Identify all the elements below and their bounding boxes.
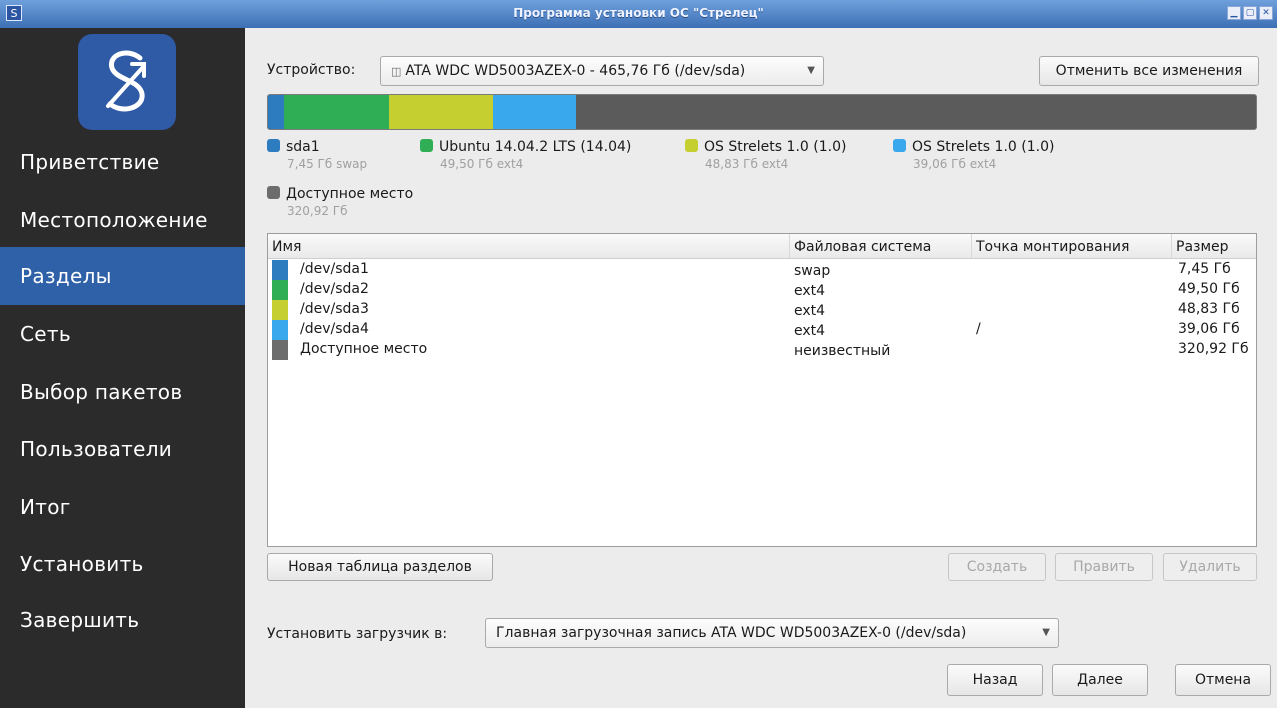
partition-segment [576,95,1256,129]
partition-color-swatch [272,340,288,360]
column-header-mount[interactable]: Точка монтирования [972,234,1172,258]
column-header-name[interactable]: Имя [268,234,790,258]
legend-swatch [420,139,433,152]
legend-item: Доступное место 320,92 Гб [267,186,413,220]
sidebar-item-summary[interactable]: Итог [0,478,245,536]
sidebar-item-finish[interactable]: Завершить [0,591,245,649]
partition-color-swatch [272,320,288,340]
sidebar-item-packages[interactable]: Выбор пакетов [0,363,245,421]
disk-icon: ◫ [391,65,402,78]
delete-partition-button[interactable]: Удалить [1163,553,1257,581]
sidebar-item-users[interactable]: Пользователи [0,420,245,478]
next-button[interactable]: Далее [1052,664,1148,696]
bootloader-select-value: Главная загрузочная запись ATA WDC WD500… [496,625,967,641]
legend-swatch [267,186,280,199]
window-controls: ▁ ▢ ✕ [1227,6,1273,20]
legend-swatch [893,139,906,152]
table-header: Имя Файловая система Точка монтирования … [268,234,1256,259]
sidebar-item-location[interactable]: Местоположение [0,191,245,249]
column-header-size[interactable]: Размер [1172,234,1256,258]
device-label: Устройство: [267,62,356,78]
cancel-button[interactable]: Отмена [1175,664,1271,696]
installer-window: S Программа установки ОС "Стрелец" ▁ ▢ ✕… [0,0,1277,708]
revert-all-button[interactable]: Отменить все изменения [1039,56,1259,86]
window-title: Программа установки ОС "Стрелец" [513,6,764,20]
legend-item: OS Strelets 1.0 (1.0) 48,83 Гб ext4 [685,139,846,173]
table-row[interactable]: /dev/sda3 ext4 48,83 Гб [268,300,1256,320]
legend-item: OS Strelets 1.0 (1.0) 39,06 Гб ext4 [893,139,1054,173]
sidebar: Приветствие Местоположение Разделы Сеть … [0,28,245,708]
partition-segment [284,95,389,129]
partitions-table[interactable]: Имя Файловая система Точка монтирования … [267,233,1257,547]
table-row[interactable]: Доступное место неизвестный 320,92 Гб [268,340,1256,360]
create-partition-button[interactable]: Создать [948,553,1046,581]
legend-swatch [685,139,698,152]
device-select-value: ATA WDC WD5003AZEX-0 - 465,76 Гб (/dev/s… [405,63,746,79]
sidebar-item-install[interactable]: Установить [0,535,245,593]
legend-swatch [267,139,280,152]
sidebar-item-partitions[interactable]: Разделы [0,247,245,305]
column-header-filesystem[interactable]: Файловая система [790,234,972,258]
partition-segment [493,95,576,129]
partition-usage-bar [267,94,1257,130]
maximize-icon[interactable]: ▢ [1243,6,1257,20]
table-row[interactable]: /dev/sda1 swap 7,45 Гб [268,260,1256,280]
close-icon[interactable]: ✕ [1259,6,1273,20]
device-select[interactable]: ◫ ATA WDC WD5003AZEX-0 - 465,76 Гб (/dev/… [380,56,824,86]
partition-color-swatch [272,300,288,320]
table-row[interactable]: /dev/sda2 ext4 49,50 Гб [268,280,1256,300]
title-bar: S Программа установки ОС "Стрелец" ▁ ▢ ✕ [0,0,1277,28]
legend-item: Ubuntu 14.04.2 LTS (14.04) 49,50 Гб ext4 [420,139,631,173]
back-button[interactable]: Назад [947,664,1043,696]
sidebar-item-welcome[interactable]: Приветствие [0,133,245,191]
edit-partition-button[interactable]: Править [1055,553,1153,581]
partition-segment [389,95,493,129]
minimize-icon[interactable]: ▁ [1227,6,1241,20]
partition-color-swatch [272,280,288,300]
partition-segment [268,95,284,129]
chevron-down-icon: ▼ [807,65,815,76]
new-partition-table-button[interactable]: Новая таблица разделов [267,553,493,581]
partitions-page: Устройство: ◫ ATA WDC WD5003AZEX-0 - 465,… [245,28,1277,708]
legend-item: sda1 7,45 Гб swap [267,139,367,173]
bootloader-label: Установить загрузчик в: [267,626,448,642]
sidebar-item-network[interactable]: Сеть [0,305,245,363]
table-row[interactable]: /dev/sda4 ext4 / 39,06 Гб [268,320,1256,340]
chevron-down-icon: ▼ [1042,627,1050,638]
strelets-logo-icon [78,34,176,130]
partition-color-swatch [272,260,288,280]
bootloader-select[interactable]: Главная загрузочная запись ATA WDC WD500… [485,618,1059,648]
